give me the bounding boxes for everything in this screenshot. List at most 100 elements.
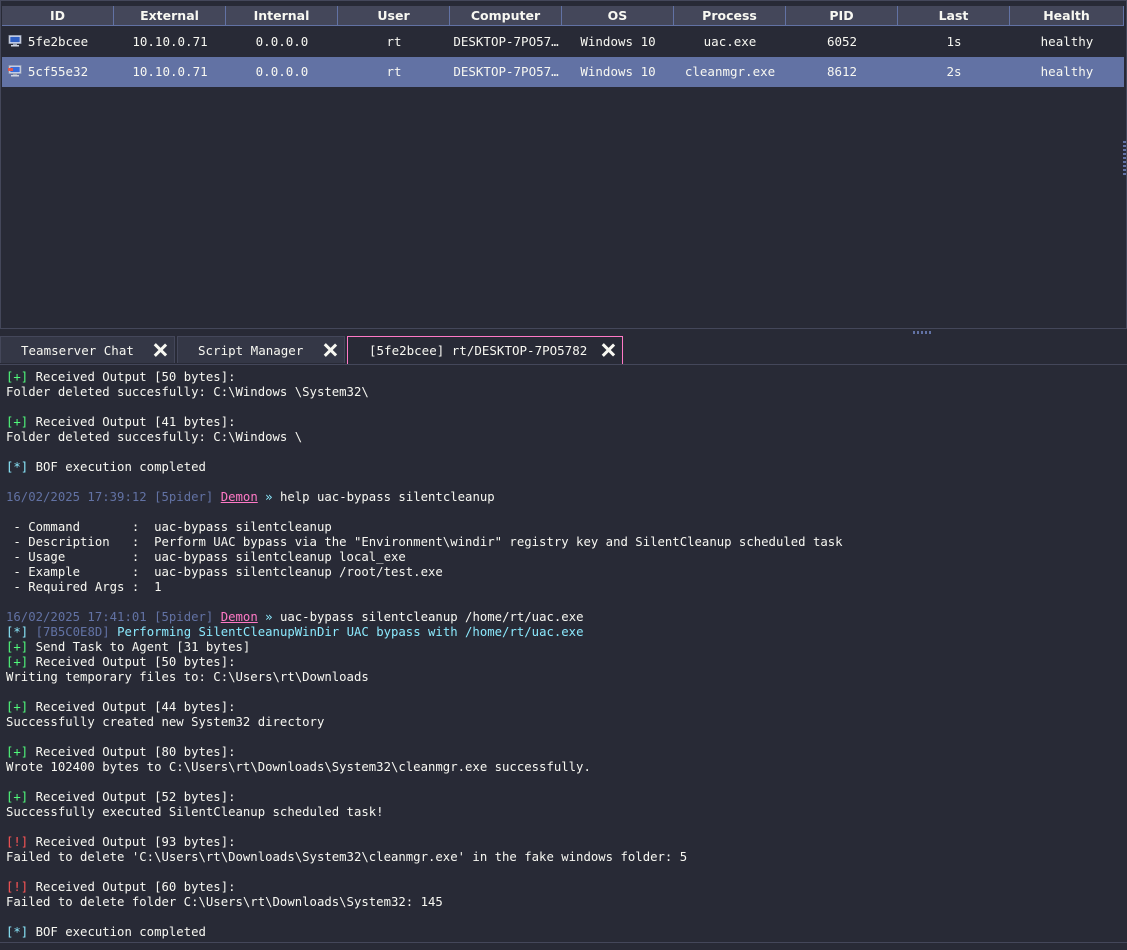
column-header-user[interactable]: User — [338, 6, 450, 26]
console-text: Send Task to Agent [31 bytes] — [28, 640, 251, 654]
table-row[interactable]: 5fe2bcee 10.10.0.71 0.0.0.0 rt DESKTOP-7PO57… — [2, 27, 1124, 57]
cell-os: Windows 10 — [580, 64, 656, 79]
status-marker: [+] — [6, 640, 29, 654]
cell-health: healthy — [1040, 34, 1094, 49]
close-icon[interactable] — [601, 343, 615, 357]
cell-process: cleanmgr.exe — [684, 64, 776, 79]
tab-label: [5fe2bcee] rt/DESKTOP-7PO5782 — [369, 343, 588, 358]
column-header-last[interactable]: Last — [898, 6, 1010, 26]
console-line: - Description : Perform UAC bypass via t… — [6, 535, 1127, 550]
console-text: Received Output [80 bytes]: — [28, 745, 236, 759]
scrollbar-handle[interactable] — [1123, 141, 1126, 177]
tab-bar: Teamserver Chat Script Manager [5fe2bcee] … — [0, 336, 1127, 364]
tab-label: Teamserver Chat — [21, 343, 134, 358]
console-line: Successfully executed SilentCleanup sche… — [6, 805, 1127, 820]
console-line: 16/02/2025 17:39:12 [5pider] Demon » hel… — [6, 490, 1127, 505]
status-marker: [+] — [6, 745, 29, 759]
console-text: Received Output [52 bytes]: — [28, 790, 236, 804]
console-line: Wrote 102400 bytes to C:\Users\rt\Downlo… — [6, 760, 1127, 775]
status-marker: [!] — [6, 880, 29, 894]
cell-external: 10.10.0.71 — [132, 34, 208, 49]
cell-internal: 0.0.0.0 — [255, 34, 309, 49]
status-marker: [+] — [6, 370, 29, 384]
cell-last: 1s — [946, 34, 962, 49]
prompt-arrow: » — [265, 610, 273, 624]
column-header-computer[interactable]: Computer — [450, 6, 562, 26]
session-id: 5fe2bcee — [27, 34, 89, 49]
table-header: ID External Internal User Computer OS Process P… — [2, 6, 1124, 26]
console-line: [+] Received Output [50 bytes]: — [6, 655, 1127, 670]
column-header-os[interactable]: OS — [562, 6, 674, 26]
column-header-process[interactable]: Process — [674, 6, 786, 26]
console-text: Failed to delete folder C:\Users\rt\Down… — [6, 895, 443, 909]
console-line: Failed to delete folder C:\Users\rt\Down… — [6, 895, 1127, 910]
prompt-timestamp: 16/02/2025 17:41:01 — [6, 610, 147, 624]
console-line: [*] BOF execution completed — [6, 925, 1127, 940]
task-id: [7B5C0E8D] — [35, 625, 110, 639]
console-text: - Usage : uac-bypass silentcleanup local… — [6, 550, 406, 564]
tab-5fe2bcee-rt-desktop-7po5782[interactable]: [5fe2bcee] rt/DESKTOP-7PO5782 — [347, 336, 623, 364]
console-text: - Command : uac-bypass silentcleanup — [6, 520, 332, 534]
elevated-computer-icon — [8, 65, 22, 77]
tab-label: Script Manager — [198, 343, 304, 358]
console-text: BOF execution completed — [28, 925, 206, 939]
console-text: Performing SilentCleanupWinDir UAC bypas… — [109, 625, 584, 639]
console-line: Folder deleted succesfully: C:\Windows \… — [6, 385, 1127, 400]
console-line: [+] Received Output [80 bytes]: — [6, 745, 1127, 760]
console-line: [!] Received Output [60 bytes]: — [6, 880, 1127, 895]
console-text: Received Output [50 bytes]: — [28, 655, 236, 669]
console-text: Received Output [60 bytes]: — [28, 880, 236, 894]
console-text: Received Output [41 bytes]: — [28, 415, 236, 429]
status-marker: [*] — [6, 925, 29, 939]
console-text: - Example : uac-bypass silentcleanup /ro… — [6, 565, 443, 579]
console-text: Received Output [44 bytes]: — [28, 700, 236, 714]
cell-computer: DESKTOP-7PO57… — [453, 34, 559, 49]
console-text: Wrote 102400 bytes to C:\Users\rt\Downlo… — [6, 760, 591, 774]
console-line: [+] Received Output [41 bytes]: — [6, 415, 1127, 430]
console-line: [+] Received Output [50 bytes]: — [6, 370, 1127, 385]
console-line: [+] Received Output [52 bytes]: — [6, 790, 1127, 805]
agent-console-output: [+] Received Output [50 bytes]: Folder de… — [0, 364, 1127, 949]
close-icon[interactable] — [153, 343, 167, 357]
computer-icon — [8, 35, 22, 47]
console-line: [+] Send Task to Agent [31 bytes] — [6, 640, 1127, 655]
status-marker: [!] — [6, 835, 29, 849]
console-line: Successfully created new System32 direct… — [6, 715, 1127, 730]
cell-computer: DESKTOP-7PO57… — [453, 64, 559, 79]
splitter-handle[interactable] — [913, 331, 933, 334]
cell-process: uac.exe — [703, 34, 757, 49]
cell-id: 5cf55e32 — [2, 57, 114, 87]
cell-user: rt — [386, 64, 402, 79]
column-header-id[interactable]: ID — [2, 6, 114, 26]
prompt-agent: Demon — [220, 490, 258, 504]
prompt-operator: [5pider] — [154, 610, 214, 624]
prompt-agent: Demon — [220, 610, 258, 624]
console-text: Folder deleted succesfully: C:\Windows \… — [6, 385, 369, 399]
tab-script-manager[interactable]: Script Manager — [177, 336, 345, 363]
status-marker: [*] — [6, 625, 29, 639]
column-header-health[interactable]: Health — [1010, 6, 1124, 26]
column-header-external[interactable]: External — [114, 6, 226, 26]
cell-user: rt — [386, 34, 402, 49]
console-text: Writing temporary files to: C:\Users\rt\… — [6, 670, 369, 684]
cell-pid: 6052 — [826, 34, 858, 49]
prompt-timestamp: 16/02/2025 17:39:12 — [6, 490, 147, 504]
tab-teamserver-chat[interactable]: Teamserver Chat — [0, 336, 175, 363]
table-row[interactable]: 5cf55e32 10.10.0.71 0.0.0.0 rt DESKTOP-7PO57… — [2, 57, 1124, 87]
console-text: Failed to delete 'C:\Users\rt\Downloads\… — [6, 850, 688, 864]
prompt-operator: [5pider] — [154, 490, 214, 504]
column-header-pid[interactable]: PID — [786, 6, 898, 26]
close-icon[interactable] — [323, 343, 337, 357]
console-line: - Usage : uac-bypass silentcleanup local… — [6, 550, 1127, 565]
column-header-internal[interactable]: Internal — [226, 6, 338, 26]
console-text: help uac-bypass silentcleanup — [272, 490, 495, 504]
